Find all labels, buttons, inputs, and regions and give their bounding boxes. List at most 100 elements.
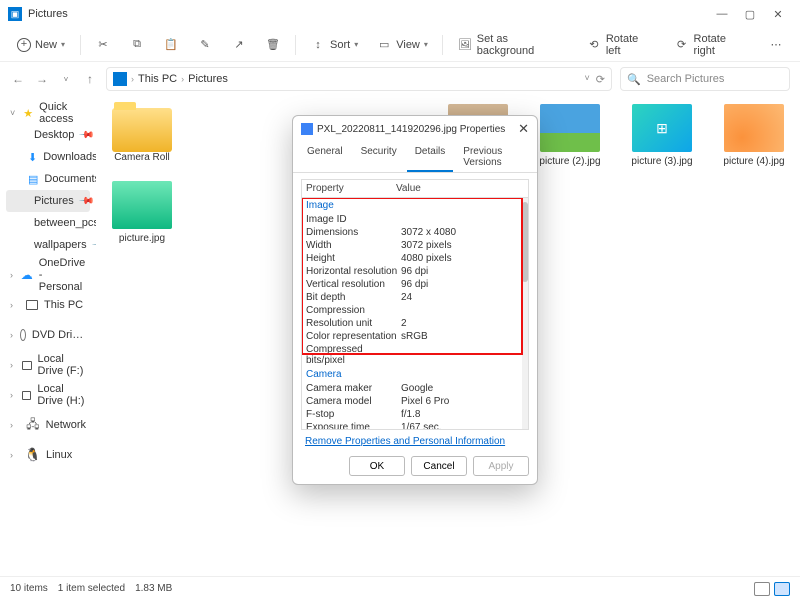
scrollbar-thumb[interactable] xyxy=(522,202,528,282)
prop-row[interactable]: Exposure time1/67 sec. xyxy=(302,421,528,430)
more-button[interactable]: ⋯ xyxy=(762,33,790,57)
thumb-label: picture (2).jpg xyxy=(536,156,604,167)
tab-general[interactable]: General xyxy=(299,142,351,172)
prop-row[interactable]: Resolution unit2 xyxy=(302,317,528,330)
up-button[interactable]: ↑ xyxy=(82,71,98,87)
sidebar-item-drive-f[interactable]: ›Local Drive (F:) xyxy=(6,354,90,376)
rotate-right-icon: ⟳ xyxy=(674,37,690,53)
file-icon xyxy=(301,123,313,135)
prop-row[interactable]: Camera makerGoogle xyxy=(302,382,528,395)
prop-row[interactable]: F-stopf/1.8 xyxy=(302,408,528,421)
refresh-button[interactable]: ⟳ xyxy=(596,73,605,86)
paste-button[interactable]: 📋 xyxy=(157,33,185,57)
tab-details[interactable]: Details xyxy=(407,142,454,172)
set-background-button[interactable]: 🖼Set as background xyxy=(451,29,574,61)
chevron-down-icon[interactable]: ˅ xyxy=(585,73,590,86)
rotate-left-button[interactable]: ⟲Rotate left xyxy=(580,29,662,61)
thumbnails-view-button[interactable] xyxy=(774,582,790,596)
sort-icon: ↕ xyxy=(310,37,326,53)
disc-icon xyxy=(20,329,26,341)
sidebar-item-desktop[interactable]: Desktop📌 xyxy=(6,124,90,146)
remove-properties-link[interactable]: Remove Properties and Personal Informati… xyxy=(301,430,529,448)
status-item-count: 10 items xyxy=(10,583,48,594)
linux-icon: 🐧 xyxy=(26,448,40,462)
view-label: View xyxy=(396,39,420,51)
rename-button[interactable]: ✎ xyxy=(191,33,219,57)
cancel-button[interactable]: Cancel xyxy=(411,456,467,476)
prop-row[interactable]: Bit depth24 xyxy=(302,291,528,304)
maximize-button[interactable]: ▢ xyxy=(736,4,764,24)
breadcrumb-seg[interactable]: This PC xyxy=(138,73,177,85)
prop-row[interactable]: Compressed bits/pixel xyxy=(302,343,528,367)
address-bar[interactable]: › This PC › Pictures ˅⟳ xyxy=(106,67,612,91)
forward-button[interactable]: → xyxy=(34,71,50,87)
breadcrumb-seg[interactable]: Pictures xyxy=(188,73,228,85)
copy-button[interactable]: ⧉ xyxy=(123,33,151,57)
thumb-picture-2[interactable]: picture (2).jpg xyxy=(536,104,604,167)
sidebar-item-network[interactable]: ›🖧Network xyxy=(6,414,90,436)
sidebar-item-wallpapers[interactable]: wallpapers📌 xyxy=(6,234,90,256)
back-button[interactable]: ← xyxy=(10,71,26,87)
search-box[interactable]: 🔍Search Pictures xyxy=(620,67,790,91)
set-bg-label: Set as background xyxy=(477,33,568,57)
sidebar-item-linux[interactable]: ›🐧Linux xyxy=(6,444,90,466)
delete-button[interactable]: 🗑 xyxy=(259,33,287,57)
details-list[interactable]: Image Image ID Dimensions3072 x 4080 Wid… xyxy=(301,197,529,430)
prop-row[interactable]: Dimensions3072 x 4080 xyxy=(302,226,528,239)
details-header: PropertyValue xyxy=(301,179,529,197)
cut-icon: ✂ xyxy=(95,37,111,53)
prop-row[interactable]: Image ID xyxy=(302,213,528,226)
cut-button[interactable]: ✂ xyxy=(89,33,117,57)
sidebar-item-label: between_pcs xyxy=(34,217,96,229)
plus-icon: + xyxy=(17,38,31,52)
thumb-picture-3[interactable]: ⊞picture (3).jpg xyxy=(628,104,696,167)
dialog-titlebar[interactable]: PXL_20220811_141920296.jpg Properties✕ xyxy=(293,116,537,142)
rotate-right-button[interactable]: ⟳Rotate right xyxy=(668,29,756,61)
prop-row[interactable]: Compression xyxy=(302,304,528,317)
copy-icon: ⧉ xyxy=(129,37,145,53)
thumb-camera-roll[interactable]: Camera Roll xyxy=(108,104,176,167)
sidebar-item-documents[interactable]: ▤Documents📌 xyxy=(6,168,90,190)
rotate-left-icon: ⟲ xyxy=(586,37,602,53)
sidebar-item-downloads[interactable]: ⬇Downloads📌 xyxy=(6,146,90,168)
prop-row[interactable]: Height4080 pixels xyxy=(302,252,528,265)
ok-button[interactable]: OK xyxy=(349,456,405,476)
sort-button[interactable]: ↕Sort▾ xyxy=(304,33,364,57)
apply-button[interactable]: Apply xyxy=(473,456,529,476)
sidebar-item-label: Pictures xyxy=(34,195,74,207)
chevron-right-icon: › xyxy=(10,390,16,400)
sidebar-item-this-pc[interactable]: ›This PC xyxy=(6,294,90,316)
close-button[interactable]: ✕ xyxy=(518,121,529,137)
prop-row[interactable]: Camera modelPixel 6 Pro xyxy=(302,395,528,408)
thumb-picture-4[interactable]: picture (4).jpg xyxy=(720,104,788,167)
minimize-button[interactable]: ― xyxy=(708,4,736,24)
sidebar-item-dvd[interactable]: ›DVD Drive (D:) GParted-live xyxy=(6,324,90,346)
scrollbar[interactable] xyxy=(522,198,528,429)
new-button[interactable]: +New▾ xyxy=(10,33,72,57)
details-view-button[interactable] xyxy=(754,582,770,596)
titlebar: ▣ Pictures ― ▢ ✕ xyxy=(0,0,800,28)
sidebar-item-onedrive[interactable]: ›☁OneDrive - Personal xyxy=(6,264,90,286)
downloads-icon: ⬇ xyxy=(28,150,37,164)
prop-row[interactable]: Width3072 pixels xyxy=(302,239,528,252)
prop-row[interactable]: Horizontal resolution96 dpi xyxy=(302,265,528,278)
sidebar-item-pictures[interactable]: Pictures📌 xyxy=(6,190,90,212)
status-selected: 1 item selected xyxy=(58,583,125,594)
delete-icon: 🗑 xyxy=(265,37,281,53)
sidebar-item-between-pcs[interactable]: between_pcs📌 xyxy=(6,212,90,234)
sidebar-item-label: Network xyxy=(46,419,86,431)
recent-button[interactable]: ˅ xyxy=(58,71,74,87)
sidebar-item-drive-h[interactable]: ›Local Drive (H:) xyxy=(6,384,90,406)
chevron-down-icon: ▾ xyxy=(424,40,428,49)
tab-security[interactable]: Security xyxy=(353,142,405,172)
thumb-picture[interactable]: picture.jpg xyxy=(108,181,176,244)
share-button[interactable]: ↗ xyxy=(225,33,253,57)
view-button[interactable]: ▭View▾ xyxy=(370,33,434,57)
address-row: ← → ˅ ↑ › This PC › Pictures ˅⟳ 🔍Search … xyxy=(0,62,800,96)
prop-row[interactable]: Color representationsRGB xyxy=(302,330,528,343)
tab-previous-versions[interactable]: Previous Versions xyxy=(455,142,531,172)
sidebar-item-quick-access[interactable]: ˅★Quick access xyxy=(6,102,90,124)
chevron-down-icon: ˅ xyxy=(10,108,17,118)
prop-row[interactable]: Vertical resolution96 dpi xyxy=(302,278,528,291)
close-button[interactable]: ✕ xyxy=(764,4,792,24)
